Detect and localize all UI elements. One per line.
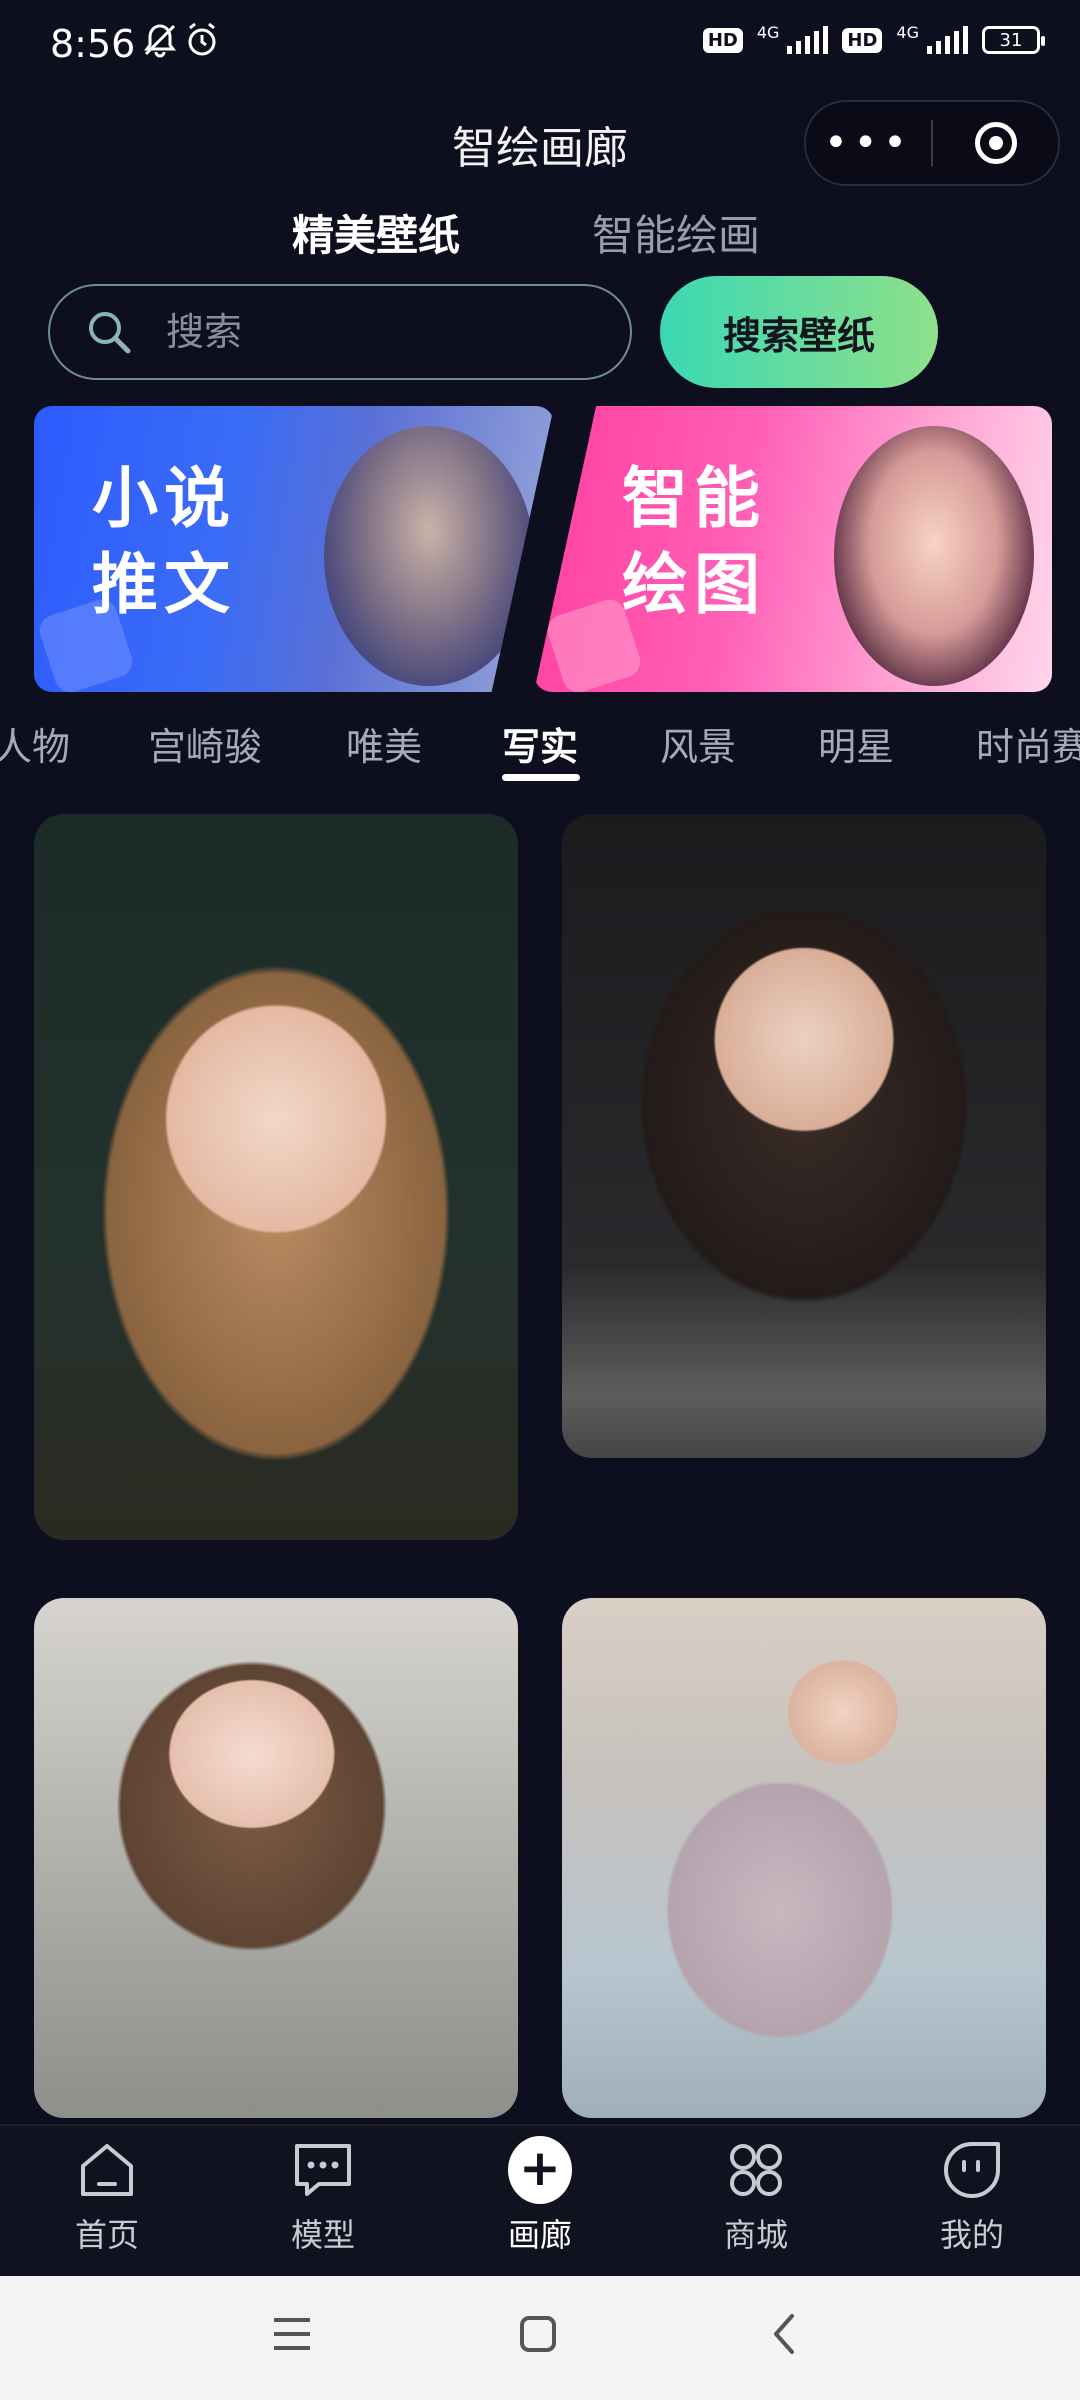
banner-novel-promo[interactable]: 小说 推文 (34, 406, 554, 692)
hd-badge-2: HD (842, 27, 883, 53)
nav-home[interactable]: 首页 (32, 2138, 182, 2256)
status-time: 8:56 (50, 22, 136, 66)
category-aesthetic[interactable]: 唯美 (346, 716, 422, 771)
home-square-icon[interactable] (518, 2312, 558, 2360)
category-scenery[interactable]: 风景 (660, 716, 736, 771)
alarm-icon (182, 20, 222, 64)
category-active-indicator (502, 774, 580, 781)
category-miyazaki[interactable]: 宫崎骏 (148, 716, 262, 771)
battery-level: 31 (999, 29, 1023, 51)
battery-icon: 31 (982, 26, 1045, 54)
category-realistic[interactable]: 写实 (502, 716, 578, 771)
category-people[interactable]: 人物 (0, 716, 70, 771)
grid-icon (724, 2138, 788, 2202)
search-box[interactable] (48, 284, 632, 380)
smiley-icon (940, 2138, 1004, 2202)
banner-title: 小说 推文 (92, 456, 236, 628)
banner-title-line2: 绘图 (622, 546, 766, 623)
home-icon (75, 2138, 139, 2202)
nav-label: 我的 (939, 2216, 1004, 2254)
banner-portrait-image (324, 426, 534, 686)
search-icon (89, 312, 131, 354)
gallery-card[interactable] (34, 814, 518, 1540)
back-icon[interactable] (764, 2312, 804, 2360)
network-type: 4G (756, 23, 780, 42)
banner-title-line1: 智能 (622, 460, 766, 537)
gallery-card[interactable] (34, 1598, 518, 2118)
plus-circle-icon: + (508, 2136, 572, 2204)
status-indicators: HD 4G HD 4G 31 (702, 23, 1045, 54)
more-dots-icon[interactable]: ••• (806, 120, 931, 166)
mini-program-capsule: ••• (804, 100, 1060, 186)
nav-gallery[interactable]: + 画廊 (465, 2136, 615, 2256)
nav-model[interactable]: 模型 (248, 2138, 398, 2256)
menu-icon[interactable] (272, 2312, 312, 2360)
mute-bell-icon (140, 20, 180, 64)
nav-label: 首页 (74, 2216, 139, 2254)
tab-wallpaper[interactable]: 精美壁纸 (292, 202, 460, 263)
category-fashion[interactable]: 时尚赛 (976, 716, 1080, 771)
banner-title: 智能 绘图 (622, 456, 766, 628)
chat-bubble-icon (291, 2138, 355, 2202)
banner-title-line1: 小说 (92, 460, 236, 537)
nav-label: 商城 (723, 2216, 788, 2254)
banner-title-line2: 推文 (92, 546, 236, 623)
search-input[interactable] (164, 309, 568, 355)
nav-profile[interactable]: 我的 (897, 2138, 1047, 2256)
tab-ai-painting[interactable]: 智能绘画 (592, 202, 760, 263)
target-icon[interactable] (933, 122, 1058, 164)
nav-store[interactable]: 商城 (681, 2138, 831, 2256)
banner-portrait-image (834, 426, 1034, 686)
network-type-2: 4G (896, 23, 919, 42)
nav-label: 画廊 (507, 2216, 572, 2254)
search-wallpaper-button[interactable]: 搜索壁纸 (660, 276, 938, 388)
category-celebrity[interactable]: 明星 (818, 716, 894, 771)
gallery-card[interactable] (562, 1598, 1046, 2118)
gallery-card[interactable] (562, 814, 1046, 1458)
nav-label: 模型 (290, 2216, 355, 2254)
banner-ai-drawing[interactable]: 智能 绘图 (534, 406, 1052, 692)
signal-icon (787, 26, 829, 54)
hd-badge: HD (702, 27, 743, 53)
signal-icon-2 (927, 26, 968, 54)
